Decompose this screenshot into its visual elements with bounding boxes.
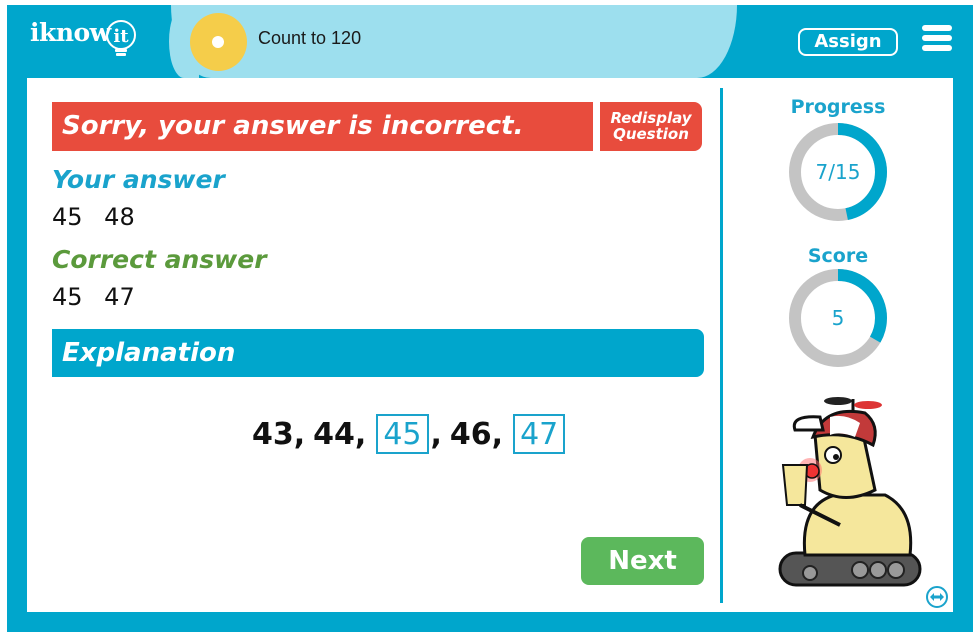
redisplay-question-button[interactable]: Redisplay Question — [600, 102, 702, 151]
explanation-heading: Explanation — [52, 329, 704, 377]
progress-label: Progress — [790, 96, 886, 118]
sequence-answer-box: 45 — [376, 414, 429, 454]
your-answer-heading: Your answer — [52, 165, 225, 194]
progress-value: 7/15 — [815, 160, 861, 184]
sequence-number: 43 — [252, 416, 294, 452]
redisplay-label-line1: Redisplay — [610, 109, 692, 127]
lesson-title: Count to 120 — [258, 28, 362, 48]
hamburger-menu-icon[interactable] — [922, 25, 952, 53]
assign-button[interactable]: Assign — [798, 28, 898, 56]
lesson-title-pill — [169, 5, 737, 78]
next-button[interactable]: Next — [581, 537, 704, 585]
score-value: 5 — [831, 306, 845, 330]
sequence-separator: , — [430, 416, 442, 452]
resize-toggle-icon[interactable] — [925, 585, 949, 609]
logo-text: iknow — [30, 18, 111, 47]
correct-answer-values: 45 47 — [52, 283, 135, 311]
number-sequence: 43, 44, 45, 46, 47 — [252, 414, 567, 454]
score-label: Score — [807, 245, 869, 267]
sequence-answer-box: 47 — [513, 414, 566, 454]
sequence-number: 44 — [313, 416, 355, 452]
robot-mascot-icon — [778, 397, 922, 587]
sequence-separator: , — [293, 416, 306, 452]
iknowit-logo[interactable]: iknow — [30, 18, 111, 47]
sequence-number: 46 — [449, 416, 492, 452]
sequence-separator: , — [354, 416, 367, 452]
logo-tail: it — [113, 26, 129, 47]
incorrect-banner: Sorry, your answer is incorrect. — [52, 102, 593, 151]
redisplay-label-line2: Question — [613, 125, 689, 143]
lightbulb-logo-icon: it — [106, 20, 136, 56]
lesson-status-icon — [190, 13, 247, 71]
your-answer-values: 45 48 — [52, 203, 135, 231]
correct-answer-heading: Correct answer — [52, 245, 267, 274]
panel-divider — [720, 88, 723, 603]
sequence-separator: , — [491, 416, 504, 452]
